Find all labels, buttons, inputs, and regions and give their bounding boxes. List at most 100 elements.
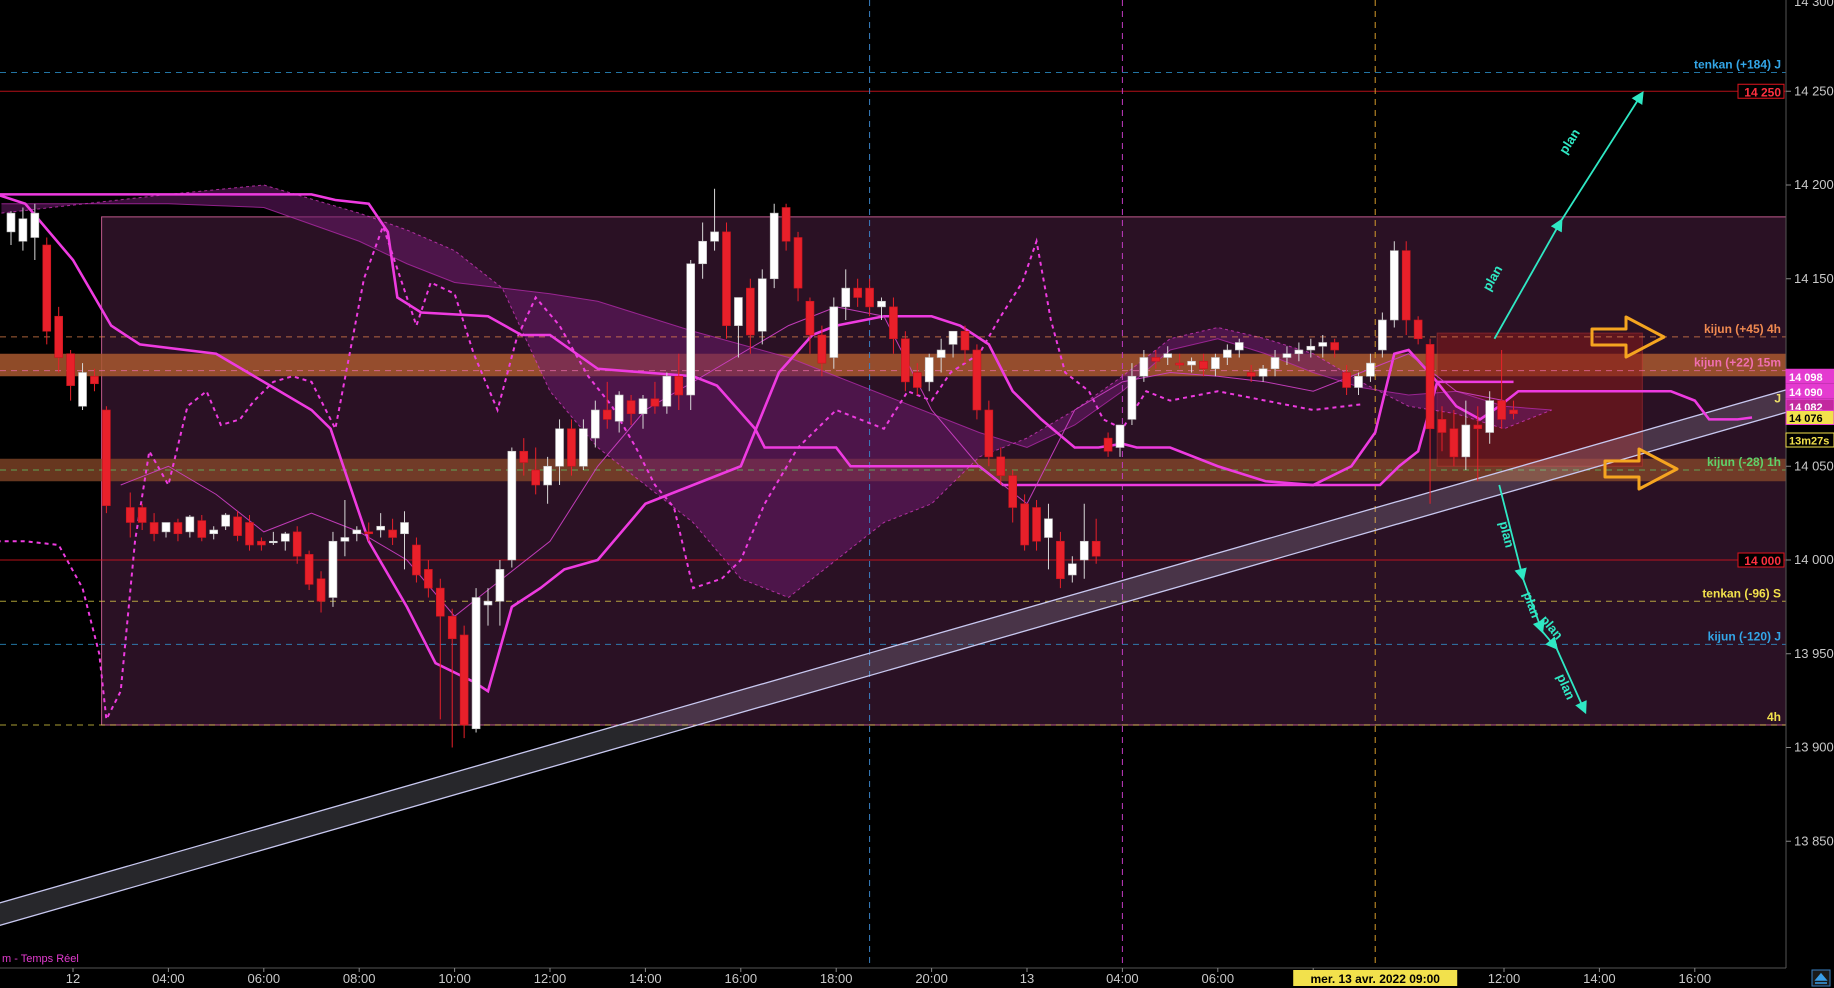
candle-body — [316, 578, 326, 602]
price-tick-label: 13 900 — [1794, 740, 1834, 755]
price-tick-label: 14 150 — [1794, 271, 1834, 286]
level-label: 4h — [1767, 710, 1781, 724]
price-tick-label: 13 950 — [1794, 646, 1834, 661]
level-label: tenkan (+184) J — [1694, 58, 1781, 72]
candle-body — [793, 237, 803, 289]
candle-body — [1509, 409, 1518, 415]
candle-body — [889, 306, 898, 340]
candle-body — [1187, 360, 1196, 366]
candle-body — [125, 507, 135, 523]
candle-body — [1234, 342, 1244, 351]
candle-body — [90, 375, 99, 385]
candle-body — [710, 231, 719, 242]
candle-body — [1437, 419, 1447, 433]
candle-body — [495, 569, 505, 602]
candle-body — [1485, 400, 1494, 433]
candle-body — [1103, 437, 1113, 452]
candle-body — [292, 531, 302, 557]
candle-body — [435, 587, 445, 617]
price-badge-label: 14 090 — [1789, 387, 1823, 399]
candle-body — [746, 287, 755, 336]
candle-body — [1151, 357, 1161, 362]
candle-body — [447, 615, 457, 640]
candle-body — [579, 428, 588, 467]
candle-body — [1199, 360, 1208, 370]
scroll-to-end-icon[interactable] — [1811, 969, 1831, 987]
price-badge-label: 13m27s — [1789, 436, 1829, 448]
time-tick-label: 10:00 — [438, 971, 471, 986]
candle-body — [614, 394, 624, 422]
candle-body — [1425, 344, 1435, 430]
candle-body — [280, 533, 290, 542]
candle-body — [388, 529, 397, 538]
candle-body — [936, 349, 946, 358]
candle-body — [1223, 349, 1232, 358]
candle-body — [1270, 357, 1280, 370]
candle-body — [1175, 362, 1184, 366]
time-tick-label: 12:00 — [534, 971, 567, 986]
candle-body — [1068, 563, 1077, 576]
candle-body — [948, 330, 958, 345]
candle-body — [591, 409, 600, 439]
price-badge-label: 14 076 — [1789, 413, 1823, 425]
candle-body — [1366, 362, 1375, 377]
candle-body — [1079, 540, 1089, 561]
level-label: kijun (+22) 15m — [1694, 356, 1781, 370]
candle-body — [1044, 518, 1053, 538]
candle-body — [1318, 342, 1328, 347]
candle-body — [1497, 400, 1506, 420]
candle-body — [328, 540, 338, 598]
candle-body — [66, 353, 75, 386]
level-label: kijun (-120) J — [1708, 629, 1781, 643]
candle-body — [638, 398, 648, 415]
candle-body — [1056, 540, 1065, 580]
candle-body — [1211, 357, 1220, 370]
candle-body — [471, 597, 481, 730]
level-label: kijun (+45) 4h — [1704, 322, 1781, 336]
candlestick-chart[interactable]: tenkan (+184) J 14 250 kijun (+45) 4h kijun… — [0, 0, 1834, 988]
candle-body — [78, 372, 87, 407]
candle-body — [376, 525, 385, 531]
candle-body — [674, 375, 684, 396]
candle-body — [197, 520, 207, 538]
candle-body — [1473, 424, 1483, 430]
candle-body — [543, 465, 552, 486]
candle-body — [519, 450, 529, 463]
candle-body — [734, 297, 743, 326]
candle-body — [972, 349, 982, 411]
candle-body — [1282, 353, 1292, 358]
candle-body — [42, 244, 52, 332]
candle-body — [1461, 424, 1471, 458]
candle-body — [781, 207, 791, 242]
candle-body — [901, 338, 910, 383]
time-tick-label: 04:00 — [152, 971, 185, 986]
candle-body — [245, 522, 254, 546]
price-tick-label: 14 050 — [1794, 458, 1834, 473]
candle-body — [853, 287, 862, 298]
price-tick-label-partial: 14 300 — [1794, 0, 1834, 9]
time-tick-label: 20:00 — [915, 971, 948, 986]
candle-body — [18, 218, 28, 242]
status-text: m - Temps Réel — [2, 953, 79, 965]
candle-body — [805, 300, 815, 336]
level-label: tenkan (-96) S — [1702, 586, 1781, 600]
candle-body — [340, 537, 350, 542]
level-badge-label: 14 250 — [1744, 85, 1781, 99]
candle-body — [257, 540, 266, 546]
candle-body — [1127, 375, 1137, 420]
candle-body — [54, 315, 63, 358]
candle-body — [984, 409, 994, 458]
candle-body — [698, 240, 707, 265]
candle-body — [1378, 319, 1387, 351]
candle-body — [662, 375, 672, 407]
price-tick-label: 13 850 — [1794, 833, 1834, 848]
time-tick-label: 12 — [66, 971, 80, 986]
time-tick-label: 18:00 — [820, 971, 853, 986]
candle-body — [1091, 540, 1101, 557]
candle-body — [829, 306, 839, 358]
candle-body — [602, 409, 612, 420]
candle-body — [1401, 250, 1411, 321]
candle-body — [1449, 428, 1459, 458]
candle-body — [722, 231, 731, 326]
time-tick-label: 16:00 — [1679, 971, 1712, 986]
